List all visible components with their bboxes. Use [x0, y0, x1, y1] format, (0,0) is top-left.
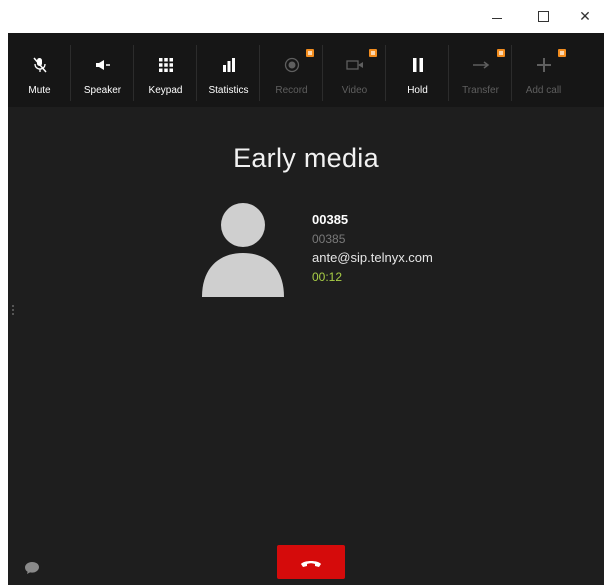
video-button[interactable]: Video — [323, 33, 386, 107]
premium-badge-icon — [558, 49, 566, 57]
statistics-label: Statistics — [208, 85, 249, 96]
contact-name: 00385 — [312, 212, 349, 227]
transfer-arrow-icon — [470, 55, 492, 75]
statistics-icon — [218, 55, 240, 75]
close-button[interactable]: ✕ — [566, 0, 604, 32]
contact-sip-uri: ante@sip.telnyx.com — [312, 250, 433, 265]
speaker-icon — [92, 55, 114, 75]
keypad-button[interactable]: Keypad — [134, 33, 197, 107]
transfer-label: Transfer — [462, 85, 499, 96]
pause-icon — [407, 55, 429, 75]
plus-icon — [533, 55, 555, 75]
record-button[interactable]: Record — [260, 33, 323, 107]
mute-label: Mute — [28, 85, 51, 96]
avatar — [200, 201, 286, 297]
video-icon — [344, 55, 366, 75]
microphone-muted-icon — [29, 55, 51, 75]
hangup-button[interactable] — [277, 545, 345, 579]
window-title-bar: ✕ — [0, 0, 604, 32]
premium-badge-icon — [369, 49, 377, 57]
sidebar-resize-handle[interactable] — [12, 305, 14, 317]
contact-info: 00385 00385 ante@sip.telnyx.com 00:12 — [312, 211, 433, 287]
contact-avatar-icon — [202, 203, 284, 297]
keypad-icon — [155, 55, 177, 75]
chat-bubble-icon — [25, 562, 39, 574]
call-window: Mute Speaker Keypad Statistics Record Vi… — [8, 33, 604, 585]
close-icon: ✕ — [579, 7, 591, 24]
transfer-button[interactable]: Transfer — [449, 33, 512, 107]
mute-button[interactable]: Mute — [8, 33, 71, 107]
record-icon — [281, 55, 303, 75]
contact-number: 00385 — [312, 232, 346, 246]
call-status-title: Early media — [233, 143, 379, 173]
statistics-button[interactable]: Statistics — [197, 33, 260, 107]
video-label: Video — [341, 85, 368, 96]
minimize-button[interactable] — [474, 0, 520, 32]
maximize-button[interactable] — [520, 0, 566, 32]
premium-badge-icon — [306, 49, 314, 57]
record-label: Record — [275, 85, 308, 96]
hold-button[interactable]: Hold — [386, 33, 449, 107]
maximize-icon — [537, 10, 549, 22]
premium-badge-icon — [497, 49, 505, 57]
speaker-button[interactable]: Speaker — [71, 33, 134, 107]
keypad-label: Keypad — [148, 85, 183, 96]
add-call-label: Add call — [525, 85, 562, 96]
minimize-icon — [492, 17, 502, 19]
call-toolbar: Mute Speaker Keypad Statistics Record Vi… — [8, 33, 604, 107]
hold-label: Hold — [407, 85, 428, 96]
chat-button[interactable] — [24, 561, 40, 575]
call-duration: 00:12 — [312, 270, 343, 284]
speaker-label: Speaker — [83, 85, 122, 96]
phone-hangup-icon — [301, 561, 321, 567]
add-call-button[interactable]: Add call — [512, 33, 575, 107]
